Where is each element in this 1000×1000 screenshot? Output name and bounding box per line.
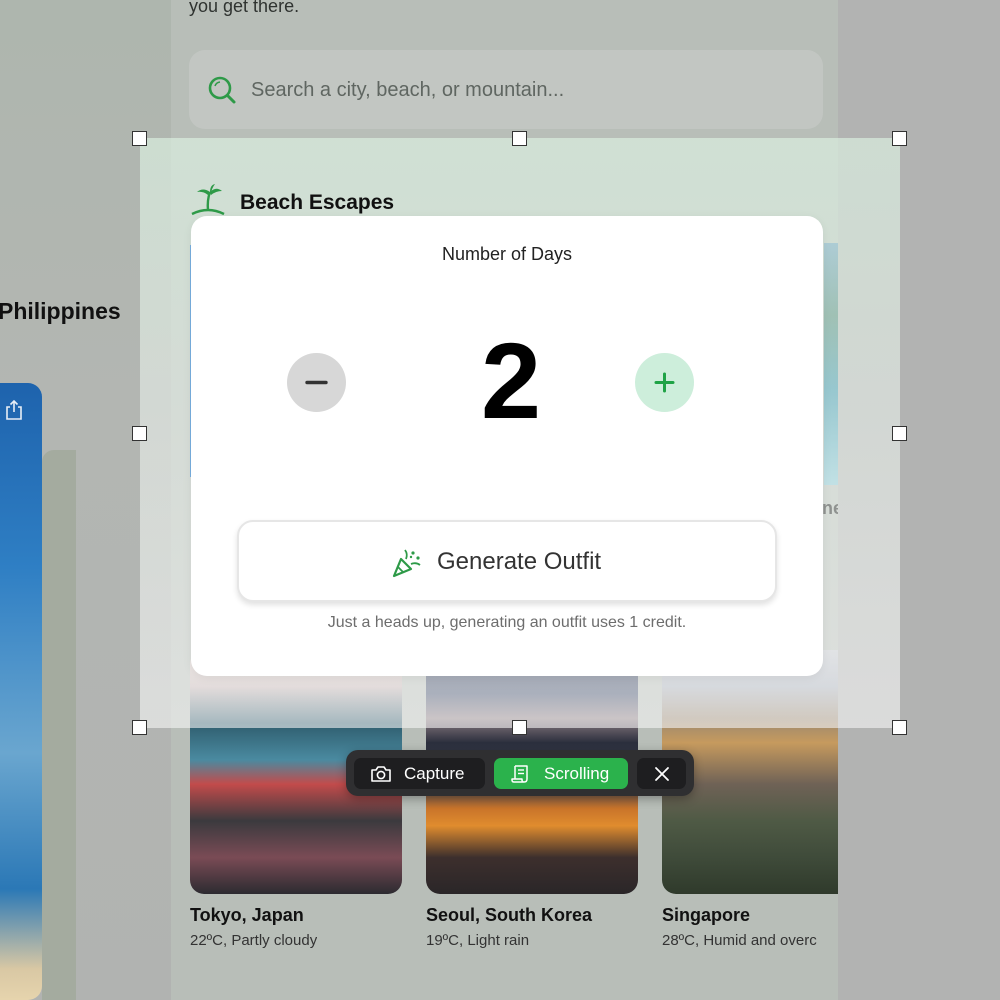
generate-outfit-button[interactable]: Generate Outfit [237, 520, 777, 602]
modal-label: Number of Days [441, 244, 573, 264]
decrease-days-button[interactable] [287, 353, 346, 412]
scroll-icon [511, 764, 528, 783]
section-title: Beach Escapes [240, 191, 395, 214]
city-weather: 22ºC, Partly cloudy [190, 932, 318, 949]
intro-text: you get there. [189, 0, 300, 16]
days-modal: Number of Days 2 Generate Outfit Just a … [191, 216, 823, 676]
capture-button[interactable]: Capture [354, 758, 485, 789]
resize-handle-top[interactable] [512, 131, 527, 146]
days-value: 2 [480, 320, 542, 441]
resize-handle-left[interactable] [132, 426, 147, 441]
search-bar[interactable]: Search a city, beach, or mountain... [189, 50, 823, 129]
close-button[interactable] [637, 758, 686, 789]
search-icon [208, 76, 236, 104]
resize-handle-bottom-left[interactable] [132, 720, 147, 735]
city-name: Singapore [662, 905, 751, 925]
resize-handle-top-right[interactable] [892, 131, 907, 146]
city-name: Seoul, South Korea [426, 905, 593, 925]
capture-toolbar: Capture Scrolling [346, 750, 694, 796]
party-popper-icon [392, 549, 421, 578]
palm-tree-icon [191, 184, 225, 216]
share-icon[interactable] [4, 399, 24, 421]
resize-handle-right[interactable] [892, 426, 907, 441]
minus-icon [305, 380, 328, 385]
resize-handle-bottom-right[interactable] [892, 720, 907, 735]
country-title: Philippines [0, 298, 121, 324]
resize-handle-top-left[interactable] [132, 131, 147, 146]
destination-card-image[interactable] [0, 383, 42, 1000]
plus-icon [654, 372, 675, 393]
city-weather: 28ºC, Humid and overc [662, 932, 817, 949]
camera-icon [371, 765, 391, 782]
credit-note: Just a heads up, generating an outfit us… [327, 614, 687, 631]
city-name: Tokyo, Japan [190, 905, 304, 925]
search-input[interactable]: Search a city, beach, or mountain... [251, 79, 564, 102]
close-icon [654, 766, 669, 781]
scrolling-label: Scrolling [544, 763, 610, 783]
city-weather: 19ºC, Light rain [426, 932, 530, 949]
capture-label: Capture [404, 763, 465, 783]
generate-outfit-label: Generate Outfit [437, 548, 602, 575]
increase-days-button[interactable] [635, 353, 694, 412]
stacked-card [42, 450, 76, 1000]
resize-handle-bottom[interactable] [512, 720, 527, 735]
scrolling-button[interactable]: Scrolling [494, 758, 628, 789]
